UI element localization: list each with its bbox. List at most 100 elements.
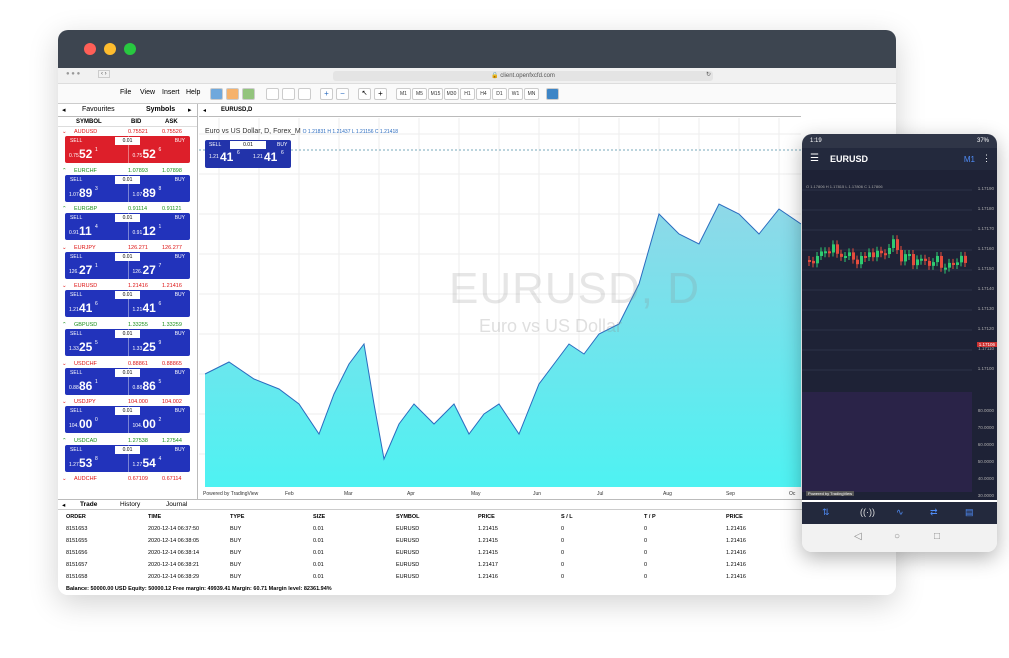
menu-view[interactable]: View [140,89,155,96]
col-price: PRICE [478,514,495,520]
tf-h4[interactable]: H4 [476,88,491,100]
tab-journal[interactable]: Journal [166,501,187,508]
widget-sell-small: 1.21 [209,154,219,160]
trade-row[interactable]: 8151658 2020-12-14 06:38:29 BUY 0.01 EURUSD 1… [58,572,896,582]
lock-icon: 🔒 [491,73,501,79]
symbol-row[interactable]: ⌄ AUDUSD 0.75521 0.75526 SELL 0.75 52 1 … [58,127,197,166]
trade-row[interactable]: 8151656 2020-12-14 06:38:14 BUY 0.01 EURUSD 1… [58,548,896,558]
recents-icon[interactable]: □ [934,531,940,542]
phone-chart[interactable]: O 1.17806 H 1.17815 L 1.17806 C 1.17806 … [802,170,997,500]
phone-price-tick: 1.17140 [977,286,994,291]
new-order-icon[interactable] [210,88,223,100]
buy-price-small: 1.27 [132,461,143,468]
buy-price-big: 41 [142,301,156,316]
quotes-icon[interactable]: ⇅ [822,507,830,518]
symbol-row[interactable]: ⌃ GBPUSD 1.33255 1.33259 SELL 1.33 25 5 … [58,320,197,359]
lot-size-input[interactable]: 0.01 [115,368,140,377]
trade-row[interactable]: 8151657 2020-12-14 06:38:21 BUY 0.01 EURUSD 1… [58,560,896,570]
trade-pane: SELL 0.75 52 1 BUY 0.75 52 6 0.01 [65,136,190,163]
trade-icon[interactable]: ⇄ [930,507,938,518]
tab-favourites[interactable]: Favourites [82,106,115,113]
tf-h1[interactable]: H1 [460,88,475,100]
trade-cell: 0 [644,526,648,532]
lot-size-input[interactable]: 0.01 [115,407,140,416]
lot-size-input[interactable]: 0.01 [115,445,140,454]
phone-price-tick: 1.17120 [977,326,994,331]
trade-row[interactable]: 8151653 2020-12-14 06:37:50 BUY 0.01 EURUSD 1… [58,524,896,534]
cursor-icon[interactable]: ↖ [358,88,371,100]
tf-d1[interactable]: D1 [492,88,507,100]
trade-row[interactable]: 8151655 2020-12-14 06:38:05 BUY 0.01 EURUSD 1… [58,536,896,546]
zoom-out-icon[interactable]: − [336,88,349,100]
phone-timeframe-select[interactable]: M1 [964,155,975,164]
buy-price-big: 25 [142,339,156,354]
symbol-row[interactable]: ⌃ EURGBP 0.91114 0.91121 SELL 0.91 11 4 … [58,204,197,243]
tf-m30[interactable]: M30 [444,88,459,100]
address-bar[interactable]: 🔒 client.openfxcfd.com [333,71,713,81]
back-forward-buttons[interactable]: ‹ › [98,70,110,78]
trade-cell: BUY [230,574,242,580]
lot-size-input[interactable]: 0.01 [115,214,140,223]
menu-insert[interactable]: Insert [162,89,180,96]
tab-symbols[interactable]: Symbols [146,106,175,113]
sell-price-small: 1.33 [69,345,79,352]
tab-prev-icon[interactable]: ◂ [62,106,66,114]
symbol-row[interactable]: ⌃ USDCAD 1.27538 1.27544 SELL 1.27 53 8 … [58,436,197,475]
browser-toolbar: ● ● ● ‹ › 🔒 client.openfxcfd.com ↻ [58,68,896,84]
lot-size-input[interactable]: 0.01 [115,175,140,184]
tf-m1[interactable]: M1 [396,88,411,100]
history-icon[interactable] [226,88,239,100]
symbol-row[interactable]: ⌄ USDCHF 0.88861 0.88865 SELL 0.88 86 1 … [58,359,197,398]
buy-price-small: 0.91 [132,230,143,237]
tab-trade[interactable]: Trade [80,501,97,508]
menu-file[interactable]: File [120,89,131,96]
bar-chart-icon[interactable] [266,88,279,100]
tab-history[interactable]: History [120,501,140,508]
journal-icon[interactable]: ▤ [965,507,974,518]
lot-size-input[interactable]: 0.01 [115,252,140,261]
symbol-row[interactable]: ⌄ USDJPY 104.000 104.002 SELL 104. 00 0 … [58,397,197,436]
tf-mn[interactable]: MN [524,88,539,100]
menu-help[interactable]: Help [186,89,200,96]
line-chart-icon[interactable] [298,88,311,100]
reload-icon[interactable]: ↻ [706,71,711,78]
back-icon[interactable]: ◁ [854,531,862,542]
buy-price-small: 1.21 [132,307,143,314]
signal-icon[interactable]: ((·)) [860,507,875,517]
phone-price-tick: 1.17160 [977,246,994,251]
more-vertical-icon[interactable]: ⋮ [982,153,991,164]
terminal-prev-icon[interactable]: ◂ [62,501,65,509]
trade-cell: 8151658 [66,574,88,580]
widget-buy-button[interactable]: BUY [277,142,287,148]
chart-icon[interactable]: ∿ [896,507,904,518]
zoom-in-icon[interactable]: + [320,88,333,100]
symbol-bid: 0.88861 [128,360,148,367]
tab-next-icon[interactable]: ▸ [188,106,192,114]
lot-size-input[interactable]: 0.01 [115,291,140,300]
sell-price-small: 1.21 [69,307,79,314]
lot-size-input[interactable]: 0.01 [115,329,140,338]
home-icon[interactable]: ○ [894,531,900,542]
tf-m15[interactable]: M15 [428,88,443,100]
trade-cell: 0 [561,526,565,532]
candle-chart-icon[interactable] [282,88,295,100]
buy-price-small: 1.33 [132,345,143,352]
close-window-button[interactable] [84,43,96,55]
symbol-row[interactable]: ⌄ EURJPY 126.271 126.277 SELL 126. 27 1 … [58,243,197,282]
minimize-window-button[interactable] [104,43,116,55]
symbol-row[interactable]: ⌃ EURCHF 1.07893 1.07898 SELL 1.07 89 3 … [58,166,197,205]
widget-lot-input[interactable]: 0.01 [230,141,266,149]
lot-size-input[interactable]: 0.01 [115,137,140,145]
maximize-window-button[interactable] [124,43,136,55]
chart-x-axis: Powered by TradingView Feb Mar Apr May J… [199,487,801,499]
one-click-trade-widget: SELL 0.01 BUY 1.21 41 6 1.21 41 6 [205,140,291,168]
crosshair-icon[interactable]: + [374,88,387,100]
layout-icon[interactable] [546,88,559,100]
tf-w1[interactable]: W1 [508,88,523,100]
symbol-row[interactable]: ⌄ EURUSD 1.21416 1.21416 SELL 1.21 41 6 … [58,281,197,320]
widget-sell-sup: 6 [237,150,240,156]
tf-m5[interactable]: M5 [412,88,427,100]
account-icon[interactable] [242,88,255,100]
widget-sell-button[interactable]: SELL [209,142,221,148]
menu-icon[interactable]: ☰ [810,153,819,164]
